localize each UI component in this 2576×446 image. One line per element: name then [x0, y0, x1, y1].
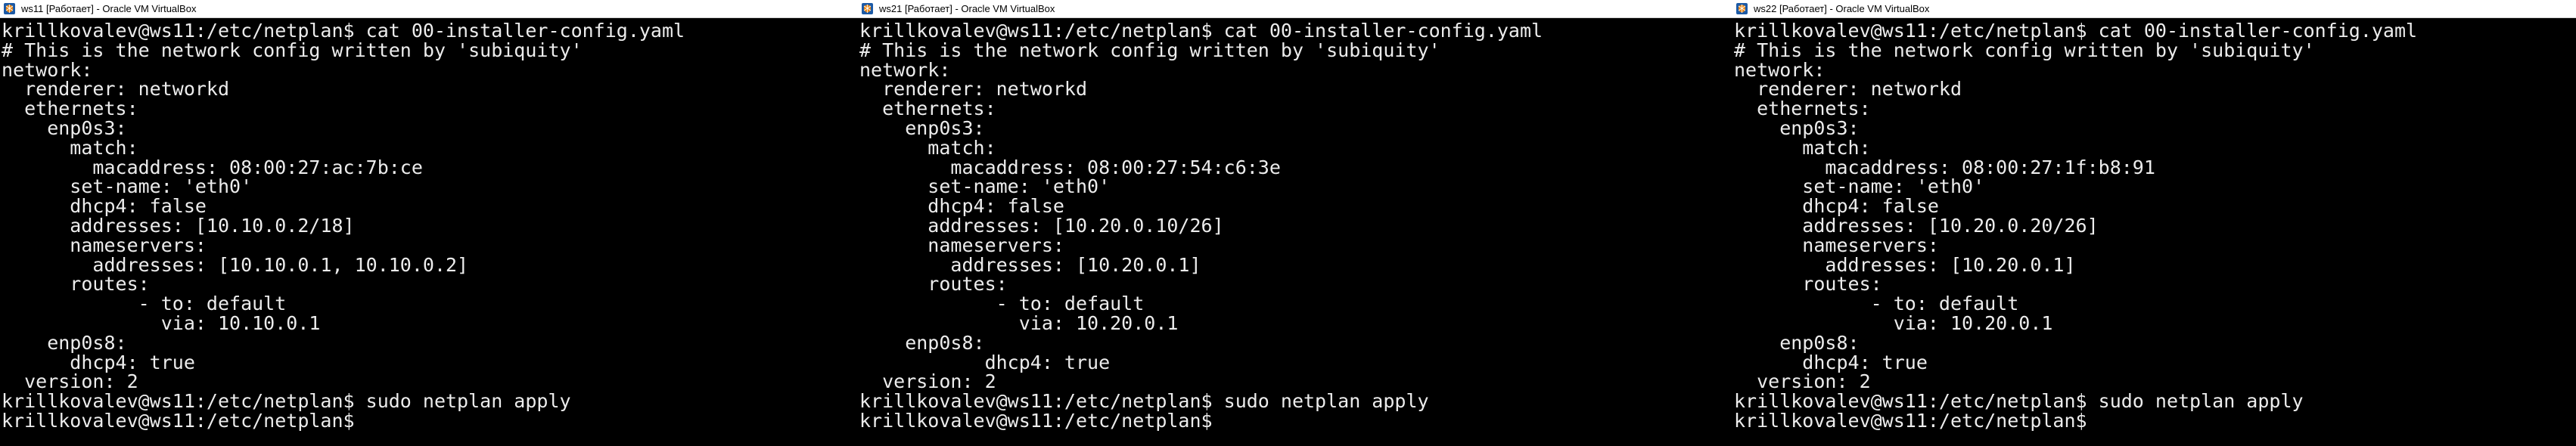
terminal-line: # This is the network config written by …: [2, 39, 583, 61]
terminal-line: network:: [859, 58, 951, 81]
terminal-line: - to: default: [1734, 293, 2019, 315]
virtualbox-icon: [4, 3, 15, 14]
window-title: ws21 [Работает] - Oracle VM VirtualBox: [879, 3, 1055, 14]
terminal-line: via: 10.10.0.1: [2, 311, 321, 334]
terminal-line: routes:: [2, 273, 150, 296]
terminal-line: enp0s3:: [859, 116, 985, 139]
terminal-line: nameservers:: [2, 234, 207, 256]
terminal-line: match:: [2, 136, 138, 159]
terminal-line: dhcp4: false: [859, 195, 1064, 218]
terminal-line: routes:: [1734, 273, 1882, 296]
desktop: ws11 [Работает] - Oracle VM VirtualBox k…: [0, 0, 2576, 446]
terminal-line: macaddress: 08:00:27:ac:7b:ce: [2, 156, 423, 178]
terminal-line: routes:: [859, 273, 1008, 296]
terminal-prompt[interactable]: krillkovalev@ws11:/etc/netplan$: [859, 411, 1732, 431]
terminal-line: enp0s8:: [2, 331, 127, 354]
terminal-line: krillkovalev@ws11:/etc/netplan$ sudo net…: [2, 390, 571, 413]
terminal-line: macaddress: 08:00:27:54:c6:3e: [859, 156, 1281, 178]
terminal-line: set-name: 'eth0': [1734, 175, 1985, 198]
terminal-line: - to: default: [2, 293, 287, 315]
terminal-line: krillkovalev@ws11:/etc/netplan$ cat 00-i…: [2, 20, 685, 42]
virtualbox-icon: [862, 3, 873, 14]
vm-window-ws21[interactable]: ws21 [Работает] - Oracle VM VirtualBox k…: [858, 0, 1732, 446]
terminal-line: match:: [859, 136, 996, 159]
terminal-line: match:: [1734, 136, 1871, 159]
window-title: ws11 [Работает] - Oracle VM VirtualBox: [21, 3, 197, 14]
terminal-line: ethernets:: [859, 98, 996, 120]
terminal-line: krillkovalev@ws11:/etc/netplan$ cat 00-i…: [859, 20, 1543, 42]
terminal-line: network:: [2, 58, 93, 81]
terminal-line: version: 2: [2, 370, 138, 393]
terminal-line: version: 2: [859, 370, 996, 393]
terminal-line: addresses: [10.20.0.1]: [859, 253, 1201, 276]
terminal-line: addresses: [10.20.0.1]: [1734, 253, 2076, 276]
terminal-line: renderer: networkd: [2, 78, 230, 101]
terminal-line: dhcp4: true: [2, 351, 195, 373]
terminal-line: # This is the network config written by …: [859, 39, 1440, 61]
terminal-line: dhcp4: true: [1734, 351, 1928, 373]
terminal-screen[interactable]: krillkovalev@ws11:/etc/netplan$ cat 00-i…: [1732, 18, 2576, 446]
terminal-line: addresses: [10.10.0.2/18]: [2, 214, 355, 237]
virtualbox-icon: [1736, 3, 1748, 14]
terminal-line: via: 10.20.0.1: [1734, 311, 2053, 334]
window-titlebar[interactable]: ws11 [Работает] - Oracle VM VirtualBox: [0, 0, 858, 18]
terminal-line: macaddress: 08:00:27:1f:b8:91: [1734, 156, 2155, 178]
terminal-line: set-name: 'eth0': [859, 175, 1111, 198]
terminal-line: network:: [1734, 58, 1826, 81]
terminal-screen[interactable]: krillkovalev@ws11:/etc/netplan$ cat 00-i…: [858, 18, 1732, 446]
terminal-line: ethernets:: [1734, 98, 1871, 120]
terminal-line: addresses: [10.10.0.1, 10.10.0.2]: [2, 253, 469, 276]
terminal-line: krillkovalev@ws11:/etc/netplan$ sudo net…: [1734, 390, 2304, 413]
terminal-screen[interactable]: krillkovalev@ws11:/etc/netplan$ cat 00-i…: [0, 18, 858, 446]
terminal-line: addresses: [10.20.0.10/26]: [859, 214, 1224, 237]
terminal-line: enp0s8:: [859, 331, 985, 354]
window-titlebar[interactable]: ws21 [Работает] - Oracle VM VirtualBox: [858, 0, 1732, 18]
terminal-line: # This is the network config written by …: [1734, 39, 2315, 61]
terminal-prompt[interactable]: krillkovalev@ws11:/etc/netplan$: [2, 411, 858, 431]
terminal-line: dhcp4: false: [1734, 195, 1939, 218]
terminal-prompt[interactable]: krillkovalev@ws11:/etc/netplan$: [1734, 411, 2576, 431]
vm-window-ws22[interactable]: ws22 [Работает] - Oracle VM VirtualBox k…: [1732, 0, 2576, 446]
terminal-line: set-name: 'eth0': [2, 175, 253, 198]
terminal-line: version: 2: [1734, 370, 1871, 393]
terminal-line: nameservers:: [859, 234, 1064, 256]
terminal-line: enp0s3:: [1734, 116, 1860, 139]
terminal-line: ethernets:: [2, 98, 138, 120]
terminal-line: via: 10.20.0.1: [859, 311, 1179, 334]
vm-window-ws11[interactable]: ws11 [Работает] - Oracle VM VirtualBox k…: [0, 0, 858, 446]
terminal-line: dhcp4: false: [2, 195, 207, 218]
terminal-line: nameservers:: [1734, 234, 1939, 256]
terminal-line: - to: default: [859, 293, 1145, 315]
window-title: ws22 [Работает] - Oracle VM VirtualBox: [1754, 3, 1930, 14]
terminal-line: renderer: networkd: [859, 78, 1088, 101]
window-titlebar[interactable]: ws22 [Работает] - Oracle VM VirtualBox: [1732, 0, 2576, 18]
terminal-line: renderer: networkd: [1734, 78, 1962, 101]
terminal-line: enp0s3:: [2, 116, 127, 139]
terminal-line: krillkovalev@ws11:/etc/netplan$ cat 00-i…: [1734, 20, 2418, 42]
terminal-line: enp0s8:: [1734, 331, 1860, 354]
terminal-line: dhcp4: true: [859, 351, 1111, 373]
terminal-line: krillkovalev@ws11:/etc/netplan$ sudo net…: [859, 390, 1429, 413]
terminal-line: addresses: [10.20.0.20/26]: [1734, 214, 2099, 237]
